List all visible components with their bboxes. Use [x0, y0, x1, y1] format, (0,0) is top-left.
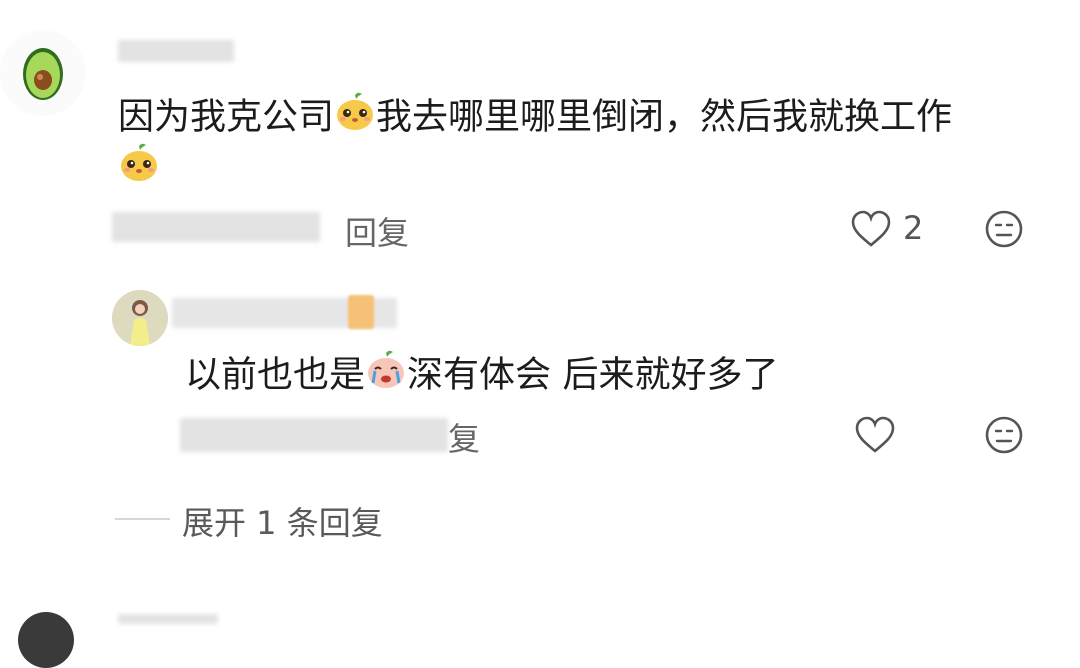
- reply-button[interactable]: 回复: [345, 208, 409, 254]
- reply-text-part1: 以前也也是: [185, 354, 366, 396]
- avocado-icon: [23, 48, 63, 100]
- like-button[interactable]: [848, 206, 894, 252]
- reply-reply-button[interactable]: 复: [448, 414, 480, 460]
- comment-text: 因为我克公司 我去哪里哪里倒闭，然后我就换工作: [118, 91, 952, 146]
- crying-emoji: [365, 349, 407, 404]
- heart-icon: [851, 210, 891, 247]
- comment-text-part2: 我去哪里哪里倒闭，然后我就换工作: [376, 96, 953, 138]
- expand-replies-button[interactable]: 展开 1 条回复: [182, 498, 383, 544]
- reply-dislike-button[interactable]: [983, 414, 1025, 456]
- cute-face-emoji-trailing: [118, 142, 160, 188]
- reply-meta-blurred: [180, 418, 448, 452]
- timestamp-location-blurred: [112, 212, 320, 242]
- reply-like-button[interactable]: [852, 412, 898, 458]
- reply-text: 以前也也是 深有体会 后来就好多了: [185, 349, 778, 404]
- heart-icon: [855, 416, 895, 453]
- expand-divider: [115, 518, 170, 520]
- dislike-button[interactable]: [983, 208, 1025, 250]
- dislike-face-icon: [985, 416, 1023, 454]
- reply-text-part2: 深有体会 后来就好多了: [407, 354, 779, 396]
- comment-text-part1: 因为我克公司: [118, 96, 335, 138]
- like-count: 2: [903, 209, 924, 247]
- username-blurred[interactable]: [118, 40, 234, 62]
- person-photo-icon: [112, 290, 168, 346]
- dislike-face-icon: [985, 210, 1023, 248]
- avatar[interactable]: [0, 30, 86, 116]
- next-comment-avatar[interactable]: [18, 612, 74, 668]
- next-comment-username-blurred: [118, 614, 218, 624]
- reply-badge: [348, 295, 374, 329]
- cute-face-emoji: [334, 91, 376, 146]
- reply-avatar[interactable]: [112, 290, 168, 346]
